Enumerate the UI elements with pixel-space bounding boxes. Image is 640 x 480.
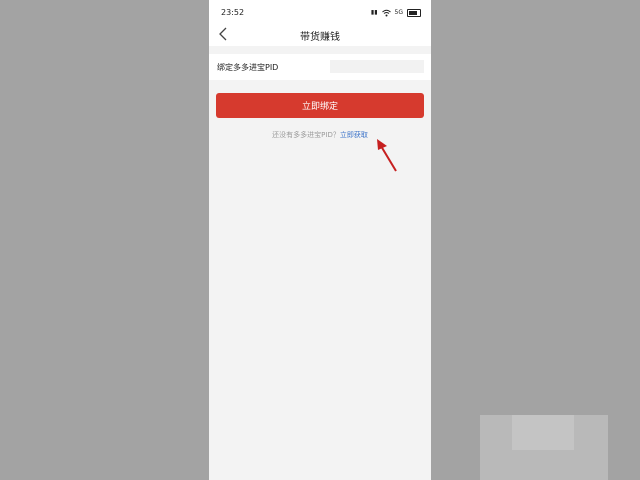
pid-input[interactable] [330, 60, 424, 73]
bind-now-button[interactable]: 立即绑定 [216, 93, 424, 118]
pid-field-row: 绑定多多进宝PID [209, 54, 431, 80]
get-now-link[interactable]: 立即获取 [340, 131, 368, 139]
status-time: 23:52 [221, 8, 245, 17]
page-title: 带货赚钱 [300, 32, 340, 43]
data-icon: 5G [394, 9, 403, 16]
battery-icon [407, 8, 421, 17]
status-icons: ▮▮ 5G [371, 8, 421, 17]
nav-bar: 带货赚钱 [209, 22, 431, 46]
annotation-arrow-icon [377, 139, 397, 172]
phone-screen: 23:52 ▮▮ 5G 带货赚钱 绑定多多进宝PID 立即绑定 还没有多多进宝P… [209, 0, 431, 480]
status-bar: 23:52 ▮▮ 5G [209, 0, 431, 22]
blurred-region [512, 415, 574, 450]
signal-icon: ▮▮ [370, 9, 378, 16]
pid-field-label: 绑定多多进宝PID [217, 63, 279, 72]
hint-question: 还没有多多进宝PID？ [272, 131, 340, 139]
wifi-icon [381, 9, 391, 16]
